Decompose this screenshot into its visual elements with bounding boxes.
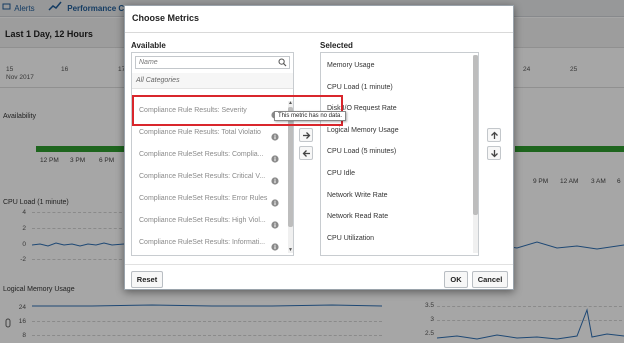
info-icon[interactable] — [271, 151, 279, 163]
ok-button[interactable]: OK — [444, 271, 468, 288]
dialog-header-divider — [125, 32, 513, 33]
no-data-tooltip: This metric has no data. — [274, 111, 347, 121]
selected-scrollbar[interactable] — [473, 55, 478, 253]
selected-items: Memory Usage CPU Load (1 minute) Disk I/… — [321, 55, 471, 249]
available-metric-label: Compliance RuleSet Results: High Viol... — [139, 217, 266, 224]
available-metric-label: Compliance RuleSet Results: Error Rules — [139, 195, 268, 202]
choose-metrics-dialog: Choose Metrics Available Selected All Ca… — [124, 5, 514, 290]
available-metric-label: Compliance RuleSet Results: Complia... — [139, 151, 264, 158]
selected-metric-item[interactable]: CPU Load (5 minutes) — [321, 141, 471, 163]
cancel-button[interactable]: Cancel — [472, 271, 508, 288]
available-metric-item[interactable]: Compliance RuleSet Results: Informati... — [132, 232, 285, 254]
info-icon[interactable] — [271, 239, 279, 251]
available-metric-label: Compliance RuleSet Results: Critical V..… — [139, 173, 266, 180]
available-metrics-list[interactable]: All Categories Compliance Rule Results: … — [131, 52, 294, 256]
reset-button[interactable]: Reset — [131, 271, 163, 288]
selected-metric-item[interactable]: Memory Usage — [321, 55, 471, 77]
selected-metrics-list[interactable]: Memory Usage CPU Load (1 minute) Disk I/… — [320, 52, 479, 256]
dialog-footer-divider — [125, 264, 513, 265]
move-down-button[interactable] — [487, 146, 501, 160]
selected-label: Selected — [320, 41, 353, 50]
arrow-right-icon — [303, 132, 311, 139]
selected-scroll-thumb[interactable] — [473, 55, 478, 215]
metric-search-input[interactable] — [136, 57, 276, 68]
scroll-down-arrow-icon[interactable]: ▼ — [288, 248, 293, 253]
selected-metric-item[interactable]: CPU Utilization — [321, 228, 471, 250]
info-icon[interactable] — [271, 217, 279, 229]
all-categories-item[interactable]: All Categories — [132, 73, 293, 89]
move-right-button[interactable] — [299, 128, 313, 142]
available-metric-label: Compliance RuleSet Results: Informati... — [139, 239, 266, 246]
arrow-up-icon — [491, 131, 498, 139]
search-icon[interactable] — [278, 58, 287, 67]
selected-metric-item[interactable]: Logical Memory Usage — [321, 120, 471, 142]
info-icon[interactable] — [271, 195, 279, 207]
metric-search-box — [135, 56, 290, 69]
info-icon[interactable] — [271, 173, 279, 185]
selected-metric-item[interactable]: CPU Load (1 minute) — [321, 77, 471, 99]
move-left-button[interactable] — [299, 146, 313, 160]
info-icon[interactable] — [271, 129, 279, 141]
available-metric-item[interactable]: Compliance RuleSet Results: Critical V..… — [132, 166, 285, 188]
selected-metric-item[interactable]: Network Write Rate — [321, 185, 471, 207]
arrow-down-icon — [491, 150, 498, 158]
selected-metric-item[interactable]: Network Read Rate — [321, 206, 471, 228]
available-metric-item[interactable]: Compliance RuleSet Results: Error Rules — [132, 188, 285, 210]
available-metric-item[interactable]: Compliance RuleSet Results: High Viol... — [132, 210, 285, 232]
selected-metric-item[interactable]: CPU Idle — [321, 163, 471, 185]
dialog-title: Choose Metrics — [132, 13, 200, 23]
available-metric-item[interactable]: Compliance RuleSet Results: Complia... — [132, 144, 285, 166]
arrow-left-icon — [302, 150, 310, 157]
available-label: Available — [131, 41, 166, 50]
move-up-button[interactable] — [487, 128, 501, 142]
